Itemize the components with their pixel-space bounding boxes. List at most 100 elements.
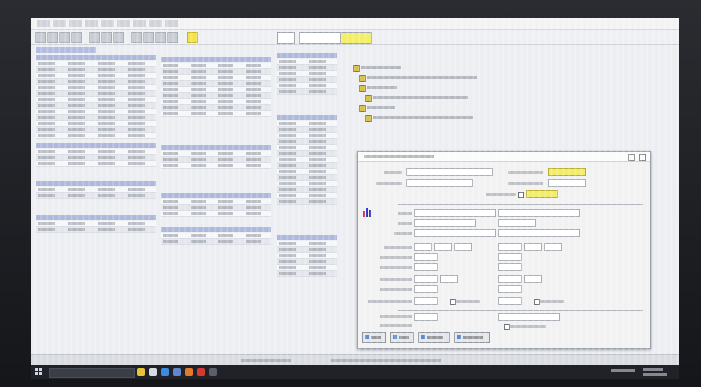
new-file-icon[interactable]: [35, 32, 46, 43]
cut-icon[interactable]: [89, 32, 100, 43]
folder-icon[interactable]: [359, 105, 366, 112]
table-header: [161, 145, 271, 150]
text-field[interactable]: [524, 275, 542, 283]
text-field[interactable]: [498, 243, 522, 251]
app-icon[interactable]: [185, 368, 193, 376]
windows-start-icon[interactable]: [35, 368, 43, 376]
tree-item-label[interactable]: [367, 76, 477, 79]
print-icon[interactable]: [71, 32, 82, 43]
checkbox[interactable]: [518, 192, 524, 198]
redo-icon[interactable]: [143, 32, 154, 43]
menu-item[interactable]: [53, 20, 66, 27]
text-field[interactable]: [414, 243, 432, 251]
undo-icon[interactable]: [131, 32, 142, 43]
text-field[interactable]: [548, 179, 586, 187]
menu-item[interactable]: [101, 20, 114, 27]
menu-item[interactable]: [85, 20, 98, 27]
text-field[interactable]: [434, 243, 452, 251]
highlighted-field[interactable]: [548, 168, 586, 176]
text-field[interactable]: [498, 313, 560, 321]
text-field[interactable]: [498, 297, 522, 305]
zoom-icon[interactable]: [155, 32, 166, 43]
text-field[interactable]: [524, 243, 542, 251]
text-field[interactable]: [544, 243, 562, 251]
app-icon[interactable]: [149, 368, 157, 376]
close-icon[interactable]: [639, 154, 646, 161]
table-row[interactable]: [36, 133, 156, 139]
text-field[interactable]: [414, 297, 438, 305]
apply-button[interactable]: [390, 332, 414, 343]
text-field[interactable]: [414, 285, 438, 293]
folder-icon[interactable]: [353, 65, 360, 72]
text-field[interactable]: [498, 229, 580, 237]
document-icon[interactable]: [365, 115, 372, 122]
settings-icon[interactable]: [167, 32, 178, 43]
name-field[interactable]: [406, 168, 493, 176]
table-row[interactable]: [161, 111, 271, 117]
help-icon[interactable]: [628, 154, 635, 161]
text-field[interactable]: [498, 219, 536, 227]
text-field[interactable]: [414, 253, 438, 261]
table-row[interactable]: [161, 163, 271, 169]
menu-item[interactable]: [117, 20, 130, 27]
tree-item-label[interactable]: [367, 106, 395, 109]
tree-item-label[interactable]: [361, 66, 401, 69]
text-field[interactable]: [414, 209, 496, 217]
document-icon[interactable]: [365, 95, 372, 102]
app-icon[interactable]: [137, 368, 145, 376]
folder-icon[interactable]: [359, 85, 366, 92]
toolbar-dropdown[interactable]: [299, 32, 341, 44]
app-icon[interactable]: [173, 368, 181, 376]
copy-icon[interactable]: [101, 32, 112, 43]
table-row[interactable]: [277, 199, 337, 205]
text-field[interactable]: [414, 313, 438, 321]
table-row[interactable]: [161, 211, 271, 217]
description-field[interactable]: [406, 179, 473, 187]
save-icon[interactable]: [59, 32, 70, 43]
table-row[interactable]: [277, 89, 337, 95]
menu-item[interactable]: [165, 20, 178, 27]
text-field[interactable]: [498, 285, 522, 293]
text-field[interactable]: [454, 243, 472, 251]
menu-item[interactable]: [133, 20, 146, 27]
help-button[interactable]: [454, 332, 490, 343]
taskbar-search-input[interactable]: [49, 368, 135, 378]
windows-logo-tile: [39, 372, 42, 375]
text-field[interactable]: [414, 229, 496, 237]
tree-item-label[interactable]: [373, 96, 468, 99]
table-row[interactable]: [36, 193, 156, 199]
table-cell: [190, 106, 206, 109]
text-field[interactable]: [414, 275, 438, 283]
ok-button[interactable]: [362, 332, 386, 343]
text-field[interactable]: [414, 219, 476, 227]
paste-icon[interactable]: [113, 32, 124, 43]
open-folder-icon[interactable]: [47, 32, 58, 43]
table-row[interactable]: [277, 271, 337, 277]
menu-bar: [31, 18, 679, 30]
toolbar-dropdown-highlighted[interactable]: [340, 32, 372, 44]
text-field[interactable]: [414, 263, 438, 271]
app-icon[interactable]: [197, 368, 205, 376]
text-field[interactable]: [440, 275, 458, 283]
text-field[interactable]: [498, 275, 522, 283]
highlighted-field[interactable]: [526, 190, 558, 198]
text-field[interactable]: [498, 263, 522, 271]
app-icon[interactable]: [161, 368, 169, 376]
table-row[interactable]: [161, 239, 271, 245]
table-cell: [38, 98, 55, 101]
menu-item[interactable]: [69, 20, 82, 27]
table-row[interactable]: [36, 227, 156, 233]
tree-item-label[interactable]: [373, 116, 473, 119]
text-field[interactable]: [498, 253, 522, 261]
tree-item-label[interactable]: [367, 86, 397, 89]
text-field[interactable]: [498, 209, 580, 217]
folder-icon[interactable]: [359, 75, 366, 82]
app-icon[interactable]: [209, 368, 217, 376]
table-cell: [279, 72, 296, 75]
menu-item[interactable]: [149, 20, 162, 27]
highlighted-tool-icon[interactable]: [187, 32, 198, 43]
tray-icons[interactable]: [611, 369, 635, 372]
menu-item-file[interactable]: [37, 20, 50, 27]
cancel-button[interactable]: [418, 332, 450, 343]
table-row[interactable]: [36, 161, 156, 167]
